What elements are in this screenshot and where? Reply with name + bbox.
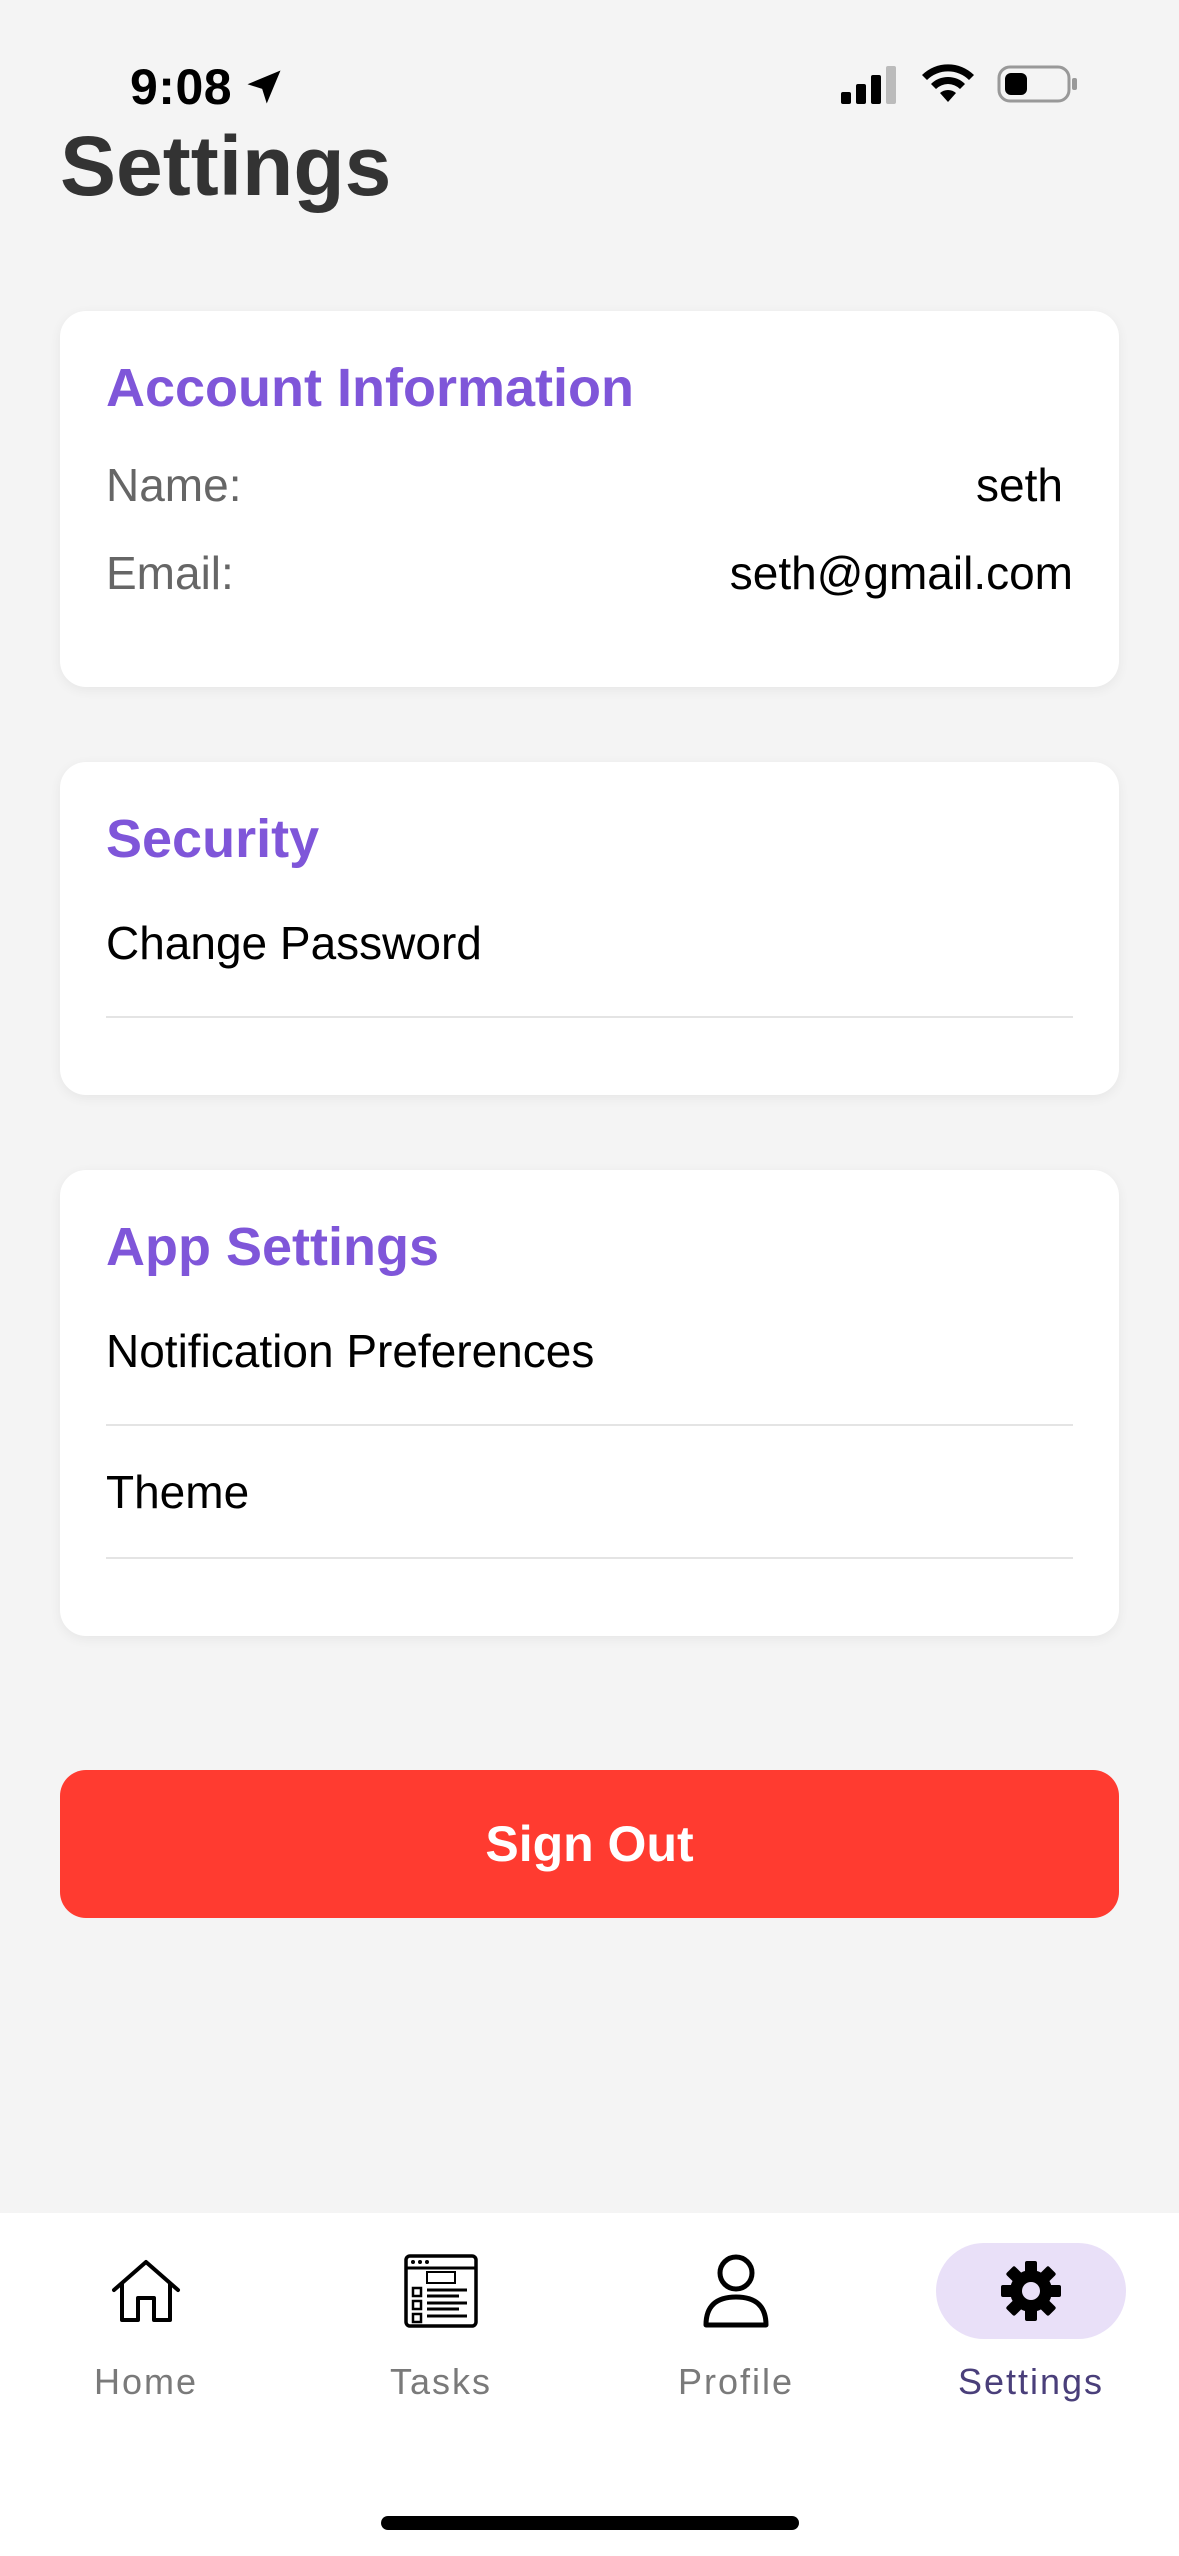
name-row: Name: seth [106,441,1073,529]
home-icon [112,2260,180,2322]
security-card: Security Change Password [60,762,1119,1095]
tab-home-icon-wrap [51,2243,241,2339]
security-title: Security [106,809,320,869]
sign-out-button[interactable]: Sign Out [60,1770,1119,1918]
tab-profile-label: Profile [677,2361,795,2402]
page-title: Settings [60,119,392,213]
account-information-title: Account Information [106,358,634,418]
tab-settings-icon-wrap [936,2243,1126,2339]
tab-tasks[interactable]: Tasks [331,2213,551,2433]
email-label: Email: [106,547,234,599]
settings-screen: 9:08 Settings Account Information Name: [0,0,1179,2556]
tab-profile-icon-wrap [641,2243,831,2339]
theme-option[interactable]: Theme [106,1426,1073,1559]
tab-tasks-icon-wrap [346,2243,536,2339]
name-label: Name: [106,459,242,511]
tasks-icon [404,2254,478,2328]
status-bar-time: 9:08 [130,58,286,116]
tab-profile[interactable]: Profile [626,2213,846,2433]
tab-settings[interactable]: Settings [921,2213,1141,2433]
account-information-card: Account Information Name: seth Email: se… [60,311,1119,687]
profile-icon [703,2254,769,2328]
tab-home[interactable]: Home [36,2213,256,2433]
app-settings-card: App Settings Notification Preferences Th… [60,1170,1119,1636]
home-indicator [381,2516,799,2530]
email-row: Email: seth@gmail.com [106,529,1073,617]
tab-home-label: Home [93,2361,199,2402]
bottom-tab-bar: Home Tasks Profile Settings [0,2213,1179,2556]
wifi-icon [922,64,974,102]
location-arrow-icon [247,70,281,104]
email-value: seth@gmail.com [729,547,1073,599]
tab-settings-label: Settings [957,2361,1105,2402]
app-settings-title: App Settings [106,1217,439,1277]
status-bar-indicators [839,64,1079,104]
battery-icon [997,65,1077,103]
change-password-option[interactable]: Change Password [106,870,1073,1018]
notification-preferences-option[interactable]: Notification Preferences [106,1278,1073,1426]
tab-tasks-label: Tasks [389,2361,493,2402]
time-text: 9:08 [130,59,233,115]
cellular-signal-icon [841,66,896,104]
gear-icon [1001,2261,1061,2321]
name-value: seth [976,459,1063,511]
